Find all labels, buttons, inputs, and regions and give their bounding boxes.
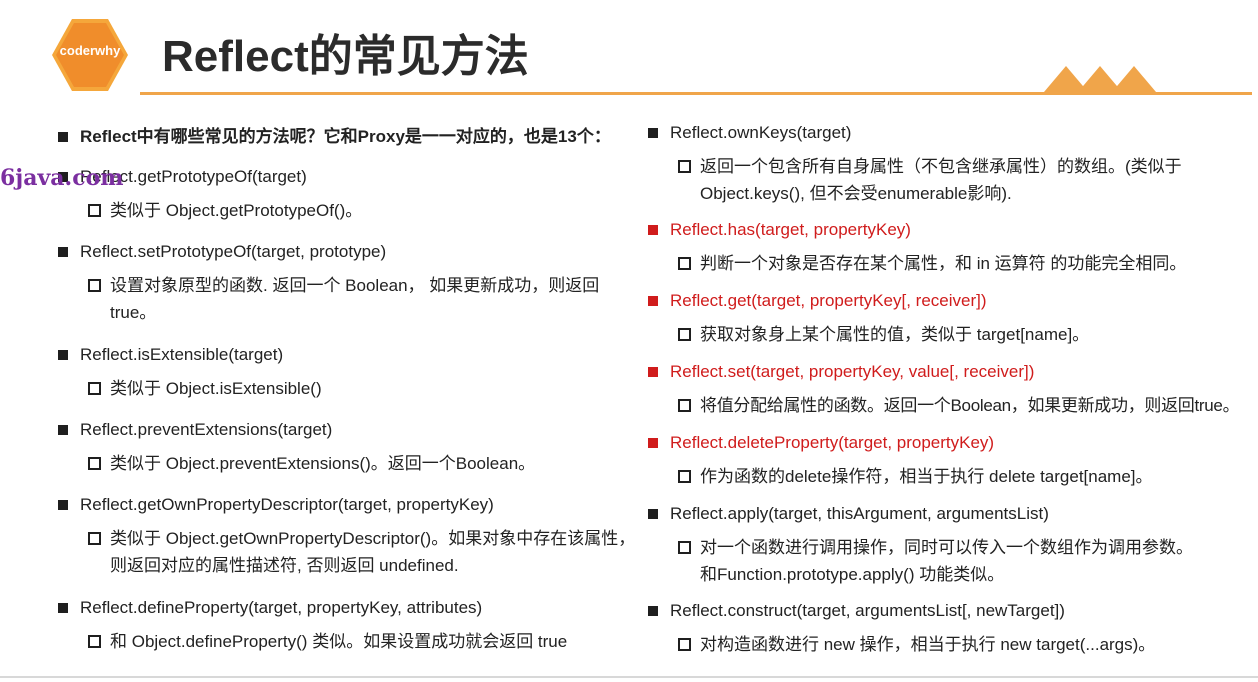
- coderwhy-logo: coderwhy: [50, 17, 130, 93]
- list-item: Reflect.ownKeys(target) 返回一个包含所有自身属性（不包含…: [648, 122, 1208, 207]
- method-desc: 对一个函数进行调用操作，同时可以传入一个数组作为调用参数。和Function.p…: [648, 534, 1208, 588]
- method-name: Reflect.setPrototypeOf(target, prototype…: [58, 241, 643, 263]
- slide: coderwhy Reflect的常见方法 6java.com Reflect中…: [0, 0, 1258, 682]
- logo-text: coderwhy: [59, 43, 121, 58]
- method-desc: 类似于 Object.getOwnPropertyDescriptor()。如果…: [58, 525, 643, 579]
- method-desc: 对构造函数进行 new 操作，相当于执行 new target(...args)…: [648, 631, 1248, 658]
- list-item: Reflect.get(target, propertyKey[, receiv…: [648, 290, 1248, 348]
- bottom-divider: [0, 676, 1258, 678]
- method-desc: 和 Object.defineProperty() 类似。如果设置成功就会返回 …: [58, 628, 643, 655]
- method-desc: 设置对象原型的函数. 返回一个 Boolean， 如果更新成功，则返回true。: [58, 272, 643, 326]
- method-name: Reflect.get(target, propertyKey[, receiv…: [648, 290, 1248, 312]
- method-desc: 类似于 Object.preventExtensions()。返回一个Boole…: [58, 450, 643, 477]
- page-title: Reflect的常见方法: [162, 32, 529, 81]
- intro-text: Reflect中有哪些常见的方法呢？它和Proxy是一一对应的，也是13个：: [58, 126, 658, 148]
- method-name: Reflect.ownKeys(target): [648, 122, 1208, 144]
- method-name: Reflect.deleteProperty(target, propertyK…: [648, 432, 1248, 454]
- method-name: Reflect.preventExtensions(target): [58, 419, 643, 441]
- list-item: Reflect.set(target, propertyKey, value[,…: [648, 361, 1253, 419]
- method-desc: 将值分配给属性的函数。返回一个Boolean，如果更新成功，则返回true。: [648, 392, 1253, 419]
- method-name: Reflect.getOwnPropertyDescriptor(target,…: [58, 494, 643, 516]
- method-name: Reflect.apply(target, thisArgument, argu…: [648, 503, 1208, 525]
- method-desc: 类似于 Object.isExtensible(): [58, 375, 643, 402]
- list-item: Reflect.construct(target, argumentsList[…: [648, 600, 1248, 658]
- method-desc: 获取对象身上某个属性的值，类似于 target[name]。: [648, 321, 1248, 348]
- list-item: Reflect.getPrototypeOf(target) 类似于 Objec…: [58, 166, 643, 224]
- watermark: 6java.com: [0, 165, 124, 191]
- method-name: Reflect.defineProperty(target, propertyK…: [58, 597, 643, 619]
- mountains-decoration-icon: [1044, 66, 1156, 92]
- list-item: Reflect.has(target, propertyKey) 判断一个对象是…: [648, 219, 1248, 277]
- method-name: Reflect.set(target, propertyKey, value[,…: [648, 361, 1253, 383]
- list-item: Reflect.preventExtensions(target) 类似于 Ob…: [58, 419, 643, 477]
- list-item: Reflect.defineProperty(target, propertyK…: [58, 597, 643, 655]
- list-item: Reflect中有哪些常见的方法呢？它和Proxy是一一对应的，也是13个：: [58, 126, 658, 148]
- method-desc: 类似于 Object.getPrototypeOf()。: [58, 197, 643, 224]
- list-item: Reflect.isExtensible(target) 类似于 Object.…: [58, 344, 643, 402]
- method-desc: 作为函数的delete操作符，相当于执行 delete target[name]…: [648, 463, 1248, 490]
- list-item: Reflect.deleteProperty(target, propertyK…: [648, 432, 1248, 490]
- list-item: Reflect.getOwnPropertyDescriptor(target,…: [58, 494, 643, 579]
- method-desc: 判断一个对象是否存在某个属性，和 in 运算符 的功能完全相同。: [648, 250, 1248, 277]
- method-name: Reflect.getPrototypeOf(target): [58, 166, 643, 188]
- list-item: Reflect.setPrototypeOf(target, prototype…: [58, 241, 643, 326]
- header-divider: [140, 92, 1252, 95]
- list-item: Reflect.apply(target, thisArgument, argu…: [648, 503, 1208, 588]
- method-name: Reflect.isExtensible(target): [58, 344, 643, 366]
- method-name: Reflect.construct(target, argumentsList[…: [648, 600, 1248, 622]
- method-desc: 返回一个包含所有自身属性（不包含继承属性）的数组。(类似于Object.keys…: [648, 153, 1208, 207]
- method-name: Reflect.has(target, propertyKey): [648, 219, 1248, 241]
